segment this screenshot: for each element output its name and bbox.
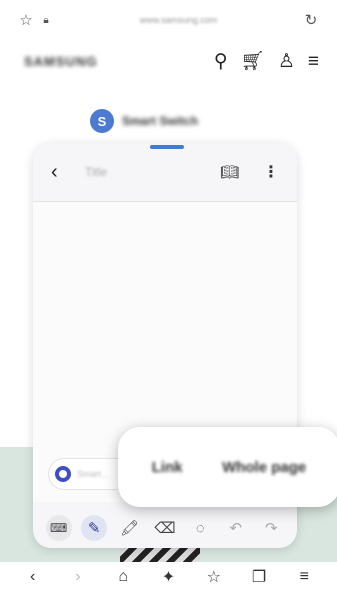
note-link-text: Smart... <box>77 469 109 479</box>
note-header: ‹ Title 📖︎ ⋮ <box>33 143 297 201</box>
app-title-row: S Smart Switch <box>90 108 198 134</box>
account-icon[interactable]: ♙ <box>278 52 295 71</box>
site-header-icons: ⚲ 🛒︎ ♙ ≡ <box>214 52 319 71</box>
highlighter-icon[interactable]: 🖍︎ <box>117 515 143 541</box>
lasso-icon[interactable]: ◌ <box>187 515 213 541</box>
undo-icon[interactable]: ↶ <box>223 515 249 541</box>
app-logo-icon: S <box>90 109 114 133</box>
whole-page-option[interactable]: Whole page <box>222 459 306 476</box>
forward-nav-icon[interactable]: › <box>66 568 90 586</box>
bookmark-star-icon[interactable]: ☆ <box>16 11 36 29</box>
eraser-icon[interactable]: ⌫ <box>152 515 178 541</box>
search-icon[interactable]: ⚲ <box>214 52 228 71</box>
home-icon[interactable]: ⌂ <box>111 568 135 586</box>
lock-icon: 🔒︎ <box>43 14 49 26</box>
app-title: Smart Switch <box>122 114 199 128</box>
bookmarks-icon[interactable]: ☆ <box>202 567 226 587</box>
insert-popup: Link Whole page <box>118 427 337 507</box>
browser-bottom-nav: ‹ › ⌂ ✦ ☆ ❐ ≡ <box>0 562 337 592</box>
back-nav-icon[interactable]: ‹ <box>21 568 45 586</box>
site-header: SAMSUNG ⚲ 🛒︎ ♙ ≡ <box>24 46 319 76</box>
drawing-toolbar: ⌨ ✎ 🖍︎ ⌫ ◌ ↶ ↷ <box>33 508 297 548</box>
menu-icon[interactable]: ≡ <box>308 52 319 71</box>
note-title-input[interactable]: Title <box>85 165 220 179</box>
link-option[interactable]: Link <box>152 459 183 476</box>
pen-icon[interactable]: ✎ <box>81 515 108 541</box>
refresh-icon[interactable]: ↻ <box>301 11 321 29</box>
book-icon[interactable]: 📖︎ <box>220 163 239 181</box>
more-options-icon[interactable]: ⋮ <box>263 162 279 182</box>
menu-nav-icon[interactable]: ≡ <box>292 568 316 586</box>
keyboard-icon[interactable]: ⌨ <box>45 515 72 541</box>
back-icon[interactable]: ‹ <box>51 161 75 184</box>
drag-handle[interactable] <box>150 145 184 149</box>
url-text[interactable]: www.samsung.com <box>56 15 301 25</box>
redo-icon[interactable]: ↷ <box>258 515 284 541</box>
magic-icon[interactable]: ✦ <box>156 567 180 587</box>
app-chip-icon <box>55 466 71 482</box>
tabs-icon[interactable]: ❐ <box>247 567 271 587</box>
address-bar[interactable]: ☆ 🔒︎ www.samsung.com ↻ <box>16 8 321 32</box>
site-logo[interactable]: SAMSUNG <box>24 54 214 69</box>
cart-icon[interactable]: 🛒︎ <box>241 52 265 71</box>
phone-screen: ☆ 🔒︎ www.samsung.com ↻ SAMSUNG ⚲ 🛒︎ ♙ ≡ … <box>0 0 337 601</box>
